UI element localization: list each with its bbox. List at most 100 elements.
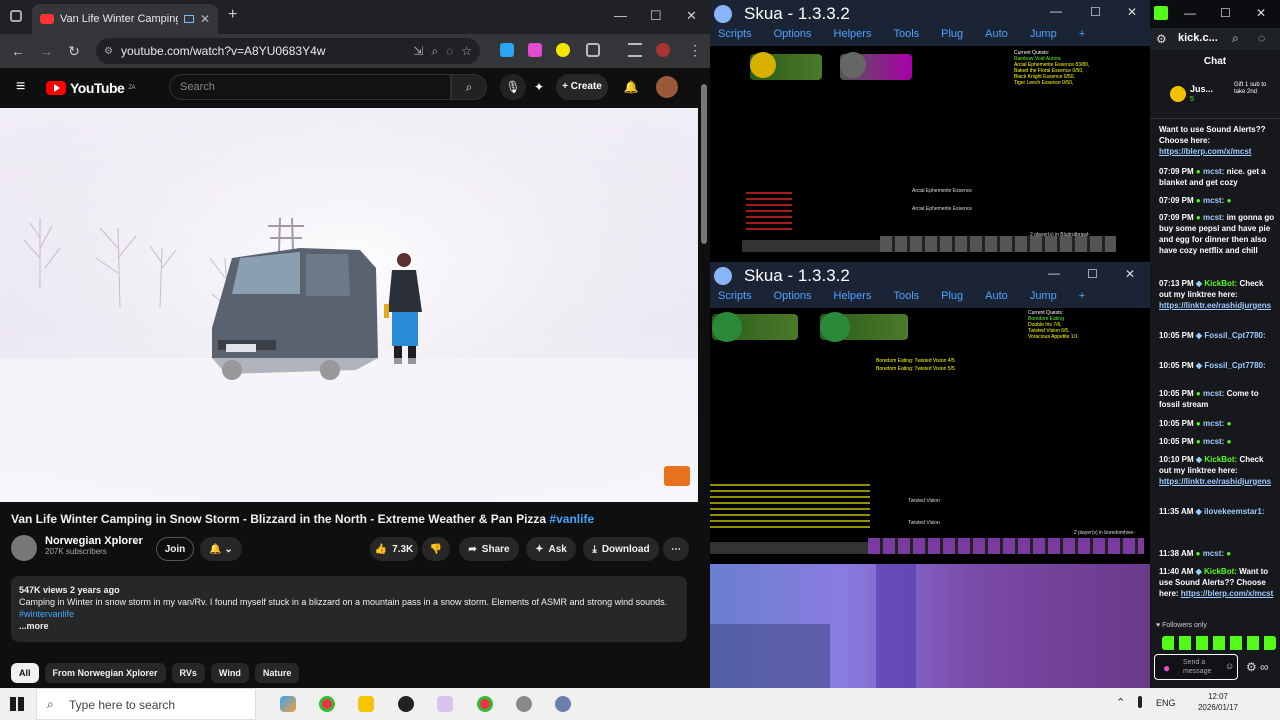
close-window-button[interactable]: ✕ <box>686 8 697 24</box>
back-button[interactable]: ← <box>4 43 32 59</box>
chat-username[interactable]: mcst: <box>1203 419 1224 428</box>
tab-search-icon[interactable] <box>10 10 22 22</box>
chat-link[interactable]: https://blerp.com/x/mcst <box>1159 147 1251 156</box>
skill-icons-2[interactable] <box>868 538 1144 554</box>
notifications-bell-icon[interactable]: 🔔 <box>618 74 644 100</box>
skua-add-icon-2[interactable]: + <box>1079 290 1085 308</box>
like-button[interactable]: 👍 7.3K <box>370 537 418 561</box>
skua-menu-tools-2[interactable]: Tools <box>893 290 919 308</box>
taskbar-search-box[interactable]: ⌕ Type here to search <box>36 688 256 720</box>
chip-all[interactable]: All <box>11 663 39 683</box>
chat-username[interactable]: mcst: <box>1203 213 1224 222</box>
kick-close-button[interactable]: ✕ <box>1256 6 1266 20</box>
zoom-icon[interactable]: ⌕ <box>431 44 438 59</box>
kick-url[interactable]: kick.c... <box>1178 32 1218 44</box>
chat-username[interactable]: ilovekeemstar1: <box>1204 507 1264 516</box>
chat-username[interactable]: Fossil_Cpt7780: <box>1204 361 1265 370</box>
site-info-icon[interactable]: ⚙ <box>104 46 113 57</box>
kick-eye-off-icon[interactable]: ◌ <box>1258 31 1265 45</box>
scrollbar-thumb[interactable] <box>701 84 707 244</box>
chat-username[interactable]: mcst: <box>1203 389 1224 398</box>
download-button[interactable]: ⤓ Download <box>583 537 659 561</box>
chip-wind[interactable]: Wind <box>210 663 249 683</box>
chat-settings-icon[interactable]: ⚙ <box>1246 660 1257 674</box>
skua-menu-plug-2[interactable]: Plug <box>941 290 963 308</box>
skua-minimize-button-2[interactable]: — <box>1048 266 1060 280</box>
skua-minimize-button[interactable]: — <box>1050 4 1062 18</box>
forward-button[interactable]: → <box>32 43 60 59</box>
skua-maximize-button-2[interactable]: ☐ <box>1087 267 1098 281</box>
description-box[interactable]: 547K views 2 years ago Camping in Winter… <box>11 576 687 642</box>
kick-maximize-button[interactable]: ☐ <box>1220 6 1231 20</box>
chat-extra-icon[interactable]: ∞ <box>1260 660 1269 674</box>
hamburger-menu-icon[interactable]: ≡ <box>16 78 25 96</box>
more-actions-button[interactable]: ⋯ <box>663 537 689 561</box>
tray-chevron-icon[interactable]: ⌃ <box>1116 696 1125 709</box>
skua-menu-tools[interactable]: Tools <box>893 28 919 46</box>
minimize-button[interactable]: — <box>614 8 627 23</box>
chat-username[interactable]: mcst: <box>1203 196 1224 205</box>
channel-name[interactable]: Norwegian Xplorer <box>45 535 143 547</box>
game-viewport-top[interactable]: Current Quests: Rainbow Void Aurora Arci… <box>710 46 1150 262</box>
voice-search-icon[interactable]: 🎙 <box>500 74 526 100</box>
channel-avatar[interactable] <box>11 535 37 561</box>
extensions-puzzle-icon[interactable] <box>586 43 600 57</box>
kick-settings-icon[interactable]: ⚙ <box>1156 32 1167 46</box>
skua-close-button[interactable]: ✕ <box>1127 5 1137 19</box>
install-icon[interactable]: ⇲ <box>413 44 423 58</box>
kick-minimize-button[interactable]: — <box>1184 6 1196 20</box>
skua-taskbar-icon[interactable] <box>555 696 571 712</box>
tab-close-icon[interactable]: ✕ <box>200 12 210 26</box>
chat-link[interactable]: https://blerp.com/x/mcst <box>1181 589 1273 598</box>
chip-rvs[interactable]: RVs <box>171 663 205 683</box>
emote-row[interactable] <box>1162 636 1276 650</box>
more-link[interactable]: ...more <box>19 620 679 632</box>
skua-maximize-button[interactable]: ☐ <box>1090 5 1101 19</box>
account-avatar[interactable] <box>656 76 678 98</box>
chrome-taskbar-icon[interactable] <box>319 696 335 712</box>
game-viewport-bottom[interactable]: Current Quests: Boredom Eating Double Ir… <box>710 308 1150 564</box>
youtube-search-input[interactable]: Search <box>169 74 451 100</box>
chat-username[interactable]: Fossil_Cpt7780: <box>1204 331 1265 340</box>
youtube-logo[interactable]: YouTube ZA <box>46 80 135 96</box>
extension-icon-2[interactable] <box>528 43 542 57</box>
chip-nature[interactable]: Nature <box>254 663 300 683</box>
skua-add-icon[interactable]: + <box>1079 28 1085 46</box>
skua-menu-auto-2[interactable]: Auto <box>985 290 1008 308</box>
description-hashtag[interactable]: #wintervanlife <box>19 608 679 620</box>
new-tab-button[interactable]: + <box>228 6 237 24</box>
chat-username[interactable]: KickBot: <box>1204 567 1237 576</box>
chat-username[interactable]: KickBot: <box>1204 279 1237 288</box>
chat-username[interactable]: mcst: <box>1203 167 1224 176</box>
video-hashtag[interactable]: #vanlife <box>549 512 594 526</box>
skua-menu-jump-2[interactable]: Jump <box>1030 290 1057 308</box>
chat-link[interactable]: https://linktr.ee/rashidjurgens <box>1159 477 1271 486</box>
page-scrollbar[interactable] <box>700 76 708 684</box>
clock[interactable]: 12:07 2026/01/17 <box>1196 691 1240 713</box>
ai-icon[interactable]: ✦ <box>526 74 552 100</box>
windows-start-icon[interactable] <box>10 697 24 711</box>
video-player[interactable] <box>0 108 698 502</box>
media-controls-icon[interactable] <box>628 43 642 57</box>
file-explorer-icon[interactable] <box>358 696 374 712</box>
skua-menu-options-2[interactable]: Options <box>774 290 812 308</box>
skill-icons[interactable] <box>880 236 1116 252</box>
profile-avatar-icon[interactable] <box>656 43 670 57</box>
chat-link[interactable]: https://linktr.ee/rashidjurgens <box>1159 301 1271 310</box>
skua-menu-helpers[interactable]: Helpers <box>834 28 872 46</box>
skua-menu-helpers-2[interactable]: Helpers <box>834 290 872 308</box>
gift-text[interactable]: Gift 1 sub to take 2nd <box>1234 82 1274 96</box>
obs-icon[interactable] <box>398 696 414 712</box>
browser-tab[interactable]: Van Life Winter Camping in ✕ <box>32 4 218 34</box>
kick-zoom-icon[interactable]: ⌕ <box>1232 31 1239 46</box>
chat-username[interactable]: mcst: <box>1203 437 1224 446</box>
snipping-tool-icon[interactable] <box>437 696 453 712</box>
skua-menu-auto[interactable]: Auto <box>985 28 1008 46</box>
language-indicator[interactable]: ENG <box>1156 698 1176 708</box>
chat-username[interactable]: KickBot: <box>1204 455 1237 464</box>
eye-off-icon[interactable]: ◌ <box>446 44 453 58</box>
microphone-icon[interactable] <box>1138 696 1142 708</box>
subscribe-watermark-icon[interactable] <box>664 466 690 486</box>
skua-menu-jump[interactable]: Jump <box>1030 28 1057 46</box>
skua-menu-options[interactable]: Options <box>774 28 812 46</box>
